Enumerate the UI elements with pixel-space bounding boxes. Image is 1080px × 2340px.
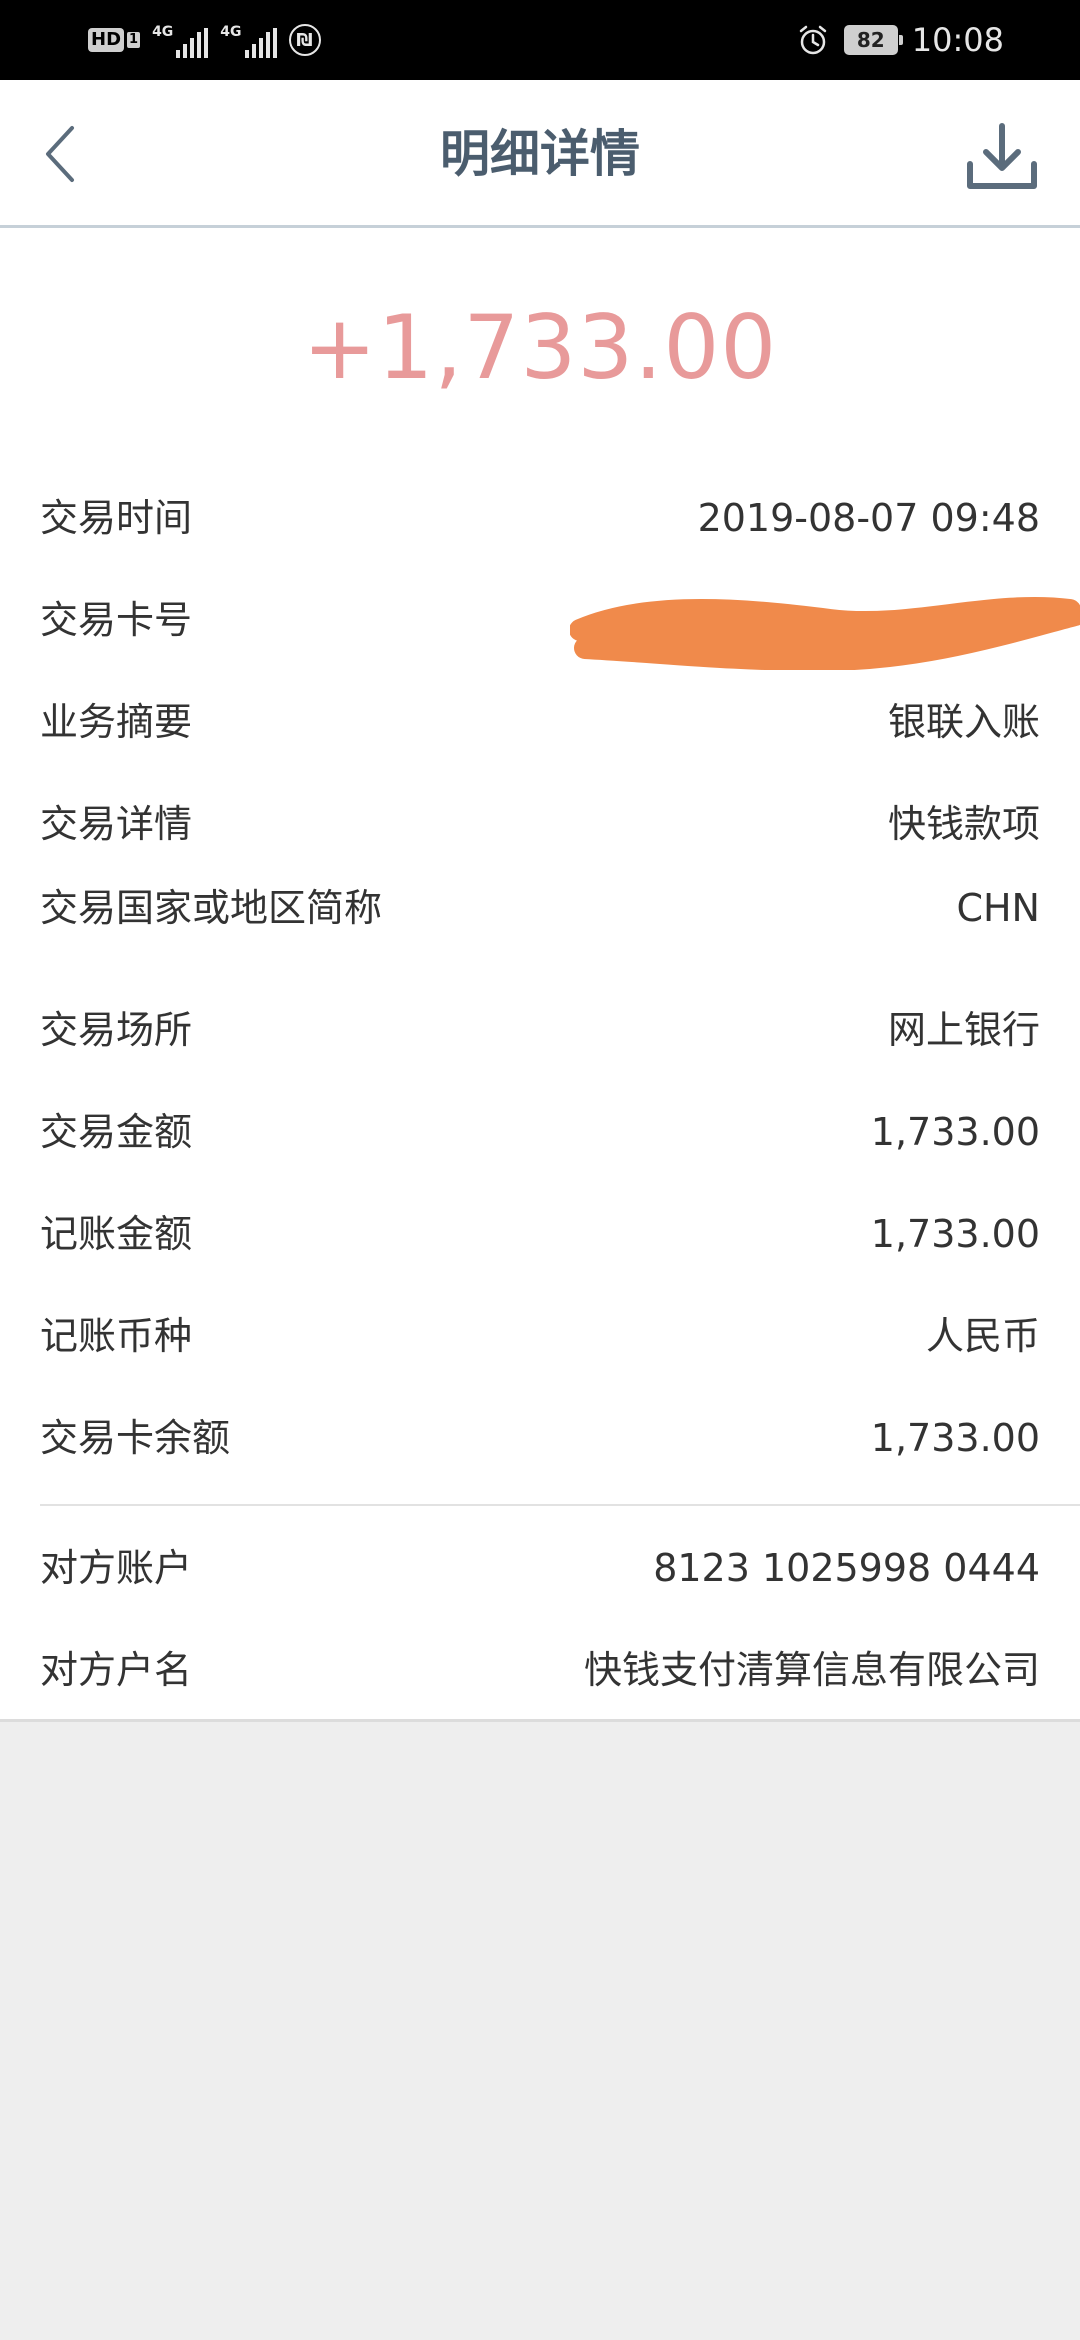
signal-icon: 4G [220,22,277,58]
hd-sim-label: 1 [127,32,141,48]
redaction-scribble [570,596,1080,670]
detail-value: 8123 1025998 0444 [653,1546,1040,1590]
detail-row-details: 交易详情 快钱款项 [40,800,1040,848]
detail-row-card-balance: 交易卡余额 1,733.00 [40,1414,1040,1462]
detail-label: 交易金额 [40,1110,193,1154]
detail-row-counterparty-name: 对方户名 快钱支付清算信息有限公司 [40,1646,1040,1694]
status-right: 82 10:08 [796,0,1004,80]
detail-row-transaction-time: 交易时间 2019-08-07 09:48 [40,494,1040,542]
detail-label: 记账币种 [40,1314,193,1358]
detail-row-currency: 记账币种 人民币 [40,1312,1040,1360]
detail-value: 2019-08-07 09:48 [697,496,1040,540]
detail-row-location: 交易场所 网上银行 [40,1006,1040,1054]
detail-value: 网上银行 [887,1008,1040,1052]
detail-value: 快钱支付清算信息有限公司 [583,1648,1040,1692]
coin-icon: ₪ [288,24,321,56]
battery-icon: 82 [843,25,903,55]
detail-label: 交易卡余额 [40,1416,231,1460]
detail-value: 1,733.00 [870,1212,1040,1256]
detail-value: 1,733.00 [870,1110,1040,1154]
status-left: HD 1 4G 4G ₪ [88,0,321,80]
download-icon [967,123,1037,189]
detail-value: CHN [956,886,1040,930]
detail-label: 交易时间 [40,496,193,540]
network-type-label: 4G [220,24,242,40]
detail-value: 人民币 [925,1314,1040,1358]
detail-label: 业务摘要 [40,700,193,744]
detail-value: 快钱款项 [887,802,1040,846]
detail-label: 对方户名 [40,1648,193,1692]
hd-label: HD [88,28,125,52]
nav-bar: 明细详情 [0,80,1080,228]
detail-label: 对方账户 [40,1546,193,1590]
detail-label: 记账金额 [40,1212,193,1256]
detail-value: 银联入账 [887,700,1040,744]
detail-row-summary: 业务摘要 银联入账 [40,698,1040,746]
network-type-label: 4G [152,24,174,40]
status-time: 10:08 [911,21,1004,59]
detail-row-transaction-amount: 交易金额 1,733.00 [40,1108,1040,1156]
detail-label: 交易场所 [40,1008,193,1052]
hd-icon: HD 1 [88,28,141,52]
detail-value: 1,733.00 [870,1416,1040,1460]
transaction-amount: +1,733.00 [302,296,778,399]
detail-label: 交易卡号 [40,598,193,642]
alarm-icon [799,25,827,55]
signal-bars [176,28,209,58]
detail-label: 交易详情 [40,802,193,846]
detail-row-posted-amount: 记账金额 1,733.00 [40,1210,1040,1258]
detail-row-country: 交易国家或地区简称 CHN [40,884,1040,932]
section-divider [40,1504,1080,1506]
page-title: 明细详情 [440,125,640,183]
detail-row-counterparty-account: 对方账户 8123 1025998 0444 [40,1544,1040,1592]
signal-bars [244,28,277,58]
status-bar: HD 1 4G 4G ₪ 82 10:08 [0,0,1080,80]
detail-label: 交易国家或地区简称 [40,886,383,930]
transaction-detail-card: +1,733.00 交易时间 2019-08-07 09:48 交易卡号 业务摘… [0,228,1080,1722]
download-button[interactable] [962,118,1042,198]
signal-icon: 4G [152,22,209,58]
